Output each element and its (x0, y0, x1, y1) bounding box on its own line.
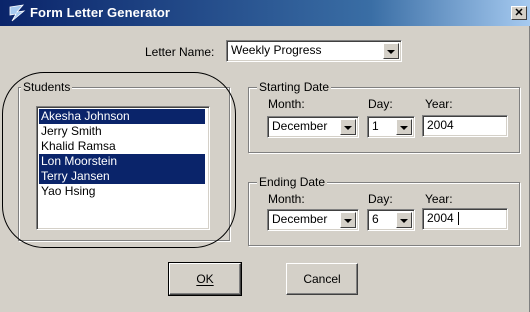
student-list-item[interactable]: Akesha Johnson (39, 109, 205, 124)
window-title: Form Letter Generator (30, 5, 171, 20)
chevron-down-icon[interactable] (383, 43, 399, 59)
end-year-label: Year: (425, 192, 453, 206)
start-day-value: 1 (372, 119, 379, 133)
title-bar[interactable]: Form Letter Generator ✕ (0, 0, 530, 26)
start-year-label: Year: (425, 97, 453, 111)
ok-button-label: OK (196, 272, 214, 286)
cancel-button[interactable]: Cancel (286, 263, 358, 295)
end-day-label: Day: (368, 192, 393, 206)
student-list-item[interactable]: Yao Hsing (39, 184, 205, 199)
ok-button[interactable]: OK (168, 262, 242, 296)
end-year-input[interactable]: 2004 (422, 208, 508, 230)
start-day-dropdown[interactable]: 1 (367, 116, 415, 138)
start-month-label: Month: (268, 97, 305, 111)
students-legend: Students (21, 80, 73, 94)
text-caret (458, 212, 459, 225)
form-letter-window: Form Letter Generator ✕ Letter Name: Wee… (0, 0, 530, 312)
student-list-item[interactable]: Khalid Ramsa (39, 139, 205, 154)
start-month-dropdown[interactable]: December (267, 116, 359, 138)
chevron-down-icon[interactable] (340, 119, 356, 135)
start-day-label: Day: (368, 97, 393, 111)
students-listbox[interactable]: Akesha Johnson Jerry Smith Khalid Ramsa Lon… (36, 106, 210, 230)
end-month-value: December (272, 212, 328, 226)
close-button[interactable]: ✕ (511, 6, 527, 20)
letter-name-label: Letter Name: (145, 45, 215, 59)
start-month-value: December (272, 119, 328, 133)
letter-name-value: Weekly Progress (231, 43, 322, 57)
end-day-dropdown[interactable]: 6 (367, 209, 415, 231)
cancel-button-label: Cancel (303, 272, 341, 286)
letter-name-dropdown[interactable]: Weekly Progress (226, 40, 402, 62)
end-day-value: 6 (372, 212, 379, 226)
student-list-item[interactable]: Jerry Smith (39, 124, 205, 139)
end-month-label: Month: (268, 192, 305, 206)
start-year-value: 2004 (427, 118, 454, 132)
starting-date-legend: Starting Date (257, 80, 332, 94)
app-icon (9, 4, 26, 22)
chevron-down-icon[interactable] (396, 212, 412, 228)
chevron-down-icon[interactable] (340, 212, 356, 228)
ending-date-legend: Ending Date (257, 175, 328, 189)
student-list-item[interactable]: Terry Jansen (39, 169, 205, 184)
close-icon: ✕ (514, 7, 524, 19)
end-year-value: 2004 (427, 211, 454, 225)
end-month-dropdown[interactable]: December (267, 209, 359, 231)
start-year-input[interactable]: 2004 (422, 115, 508, 137)
chevron-down-icon[interactable] (396, 119, 412, 135)
student-list-item[interactable]: Lon Moorstein (39, 154, 205, 169)
